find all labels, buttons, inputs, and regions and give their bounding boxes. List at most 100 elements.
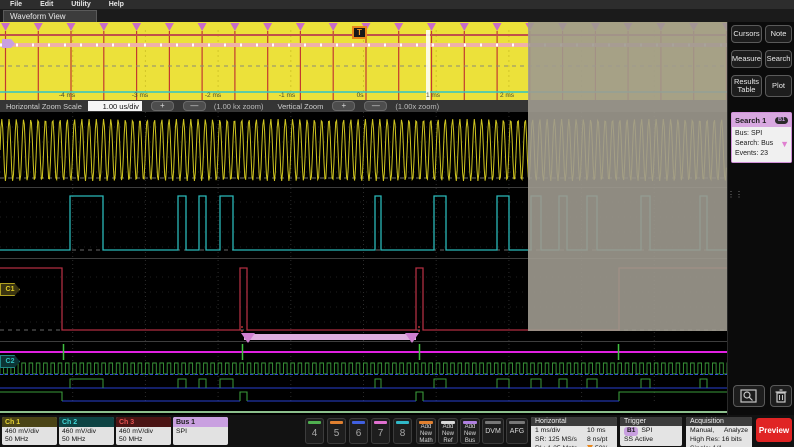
channel3-bandwidth: 50 MHz <box>119 436 168 444</box>
add-new-bus-button[interactable]: Add New Bus <box>460 418 480 444</box>
add-new-ref-button[interactable]: Add New Ref <box>438 418 458 444</box>
channel2-name: Ch 2 <box>59 417 114 427</box>
add-math-label: Add New Math <box>419 424 432 444</box>
magnifier-box-icon <box>740 389 758 403</box>
channel8-color <box>396 421 409 424</box>
horizontal-settings[interactable]: Horizontal 1 ms/div10 ms SR: 125 MS/s8 n… <box>531 417 617 447</box>
add-new-math-button[interactable]: Add New Math <box>416 418 436 444</box>
search1-bus-line: Bus: SPI <box>735 129 788 139</box>
overview-time-label: -1 ms <box>279 92 295 99</box>
dvm-label: DVM <box>485 428 501 435</box>
menu-edit[interactable]: Edit <box>40 1 53 8</box>
afg-color <box>509 421 525 424</box>
v-zoom-minus-button[interactable]: — <box>364 101 387 111</box>
menu-file[interactable]: File <box>10 1 22 8</box>
channel4-button[interactable]: 4 <box>305 418 324 444</box>
menu-bar: File Edit Utility Help <box>0 0 794 9</box>
bus1-settings[interactable]: Bus 1 SPI <box>173 417 228 445</box>
ref-color <box>441 421 455 424</box>
trigger-type: SPI <box>641 427 652 436</box>
acquisition-title: Acquisition <box>686 417 752 426</box>
dvm-color <box>485 421 501 424</box>
overview-time-label: -4 ms <box>59 92 75 99</box>
channel1-bandwidth: 50 MHz <box>5 436 54 444</box>
vertical-zoom-label: Vertical Zoom <box>277 102 323 111</box>
acq-resolution: High Res: 16 bits <box>690 436 742 445</box>
trigger-position-icon[interactable]: T <box>352 26 367 39</box>
cursors-button[interactable]: Cursors <box>731 25 762 43</box>
results-table-button[interactable]: Results Table <box>731 75 762 97</box>
v-zoom-plus-button[interactable]: + <box>332 101 355 111</box>
trigger-title: Trigger <box>620 417 682 426</box>
search-button[interactable]: Search <box>765 50 792 68</box>
math-color <box>419 421 433 424</box>
note-button[interactable]: Note <box>765 25 792 43</box>
channel5-color <box>330 421 343 424</box>
bus1-type: SPI <box>176 428 225 436</box>
trigger-source-pill: B1 <box>624 427 638 436</box>
preview-button[interactable]: Preview <box>756 418 792 442</box>
channel2-settings[interactable]: Ch 2 460 mV/div 50 MHz <box>59 417 114 445</box>
trigger-settings[interactable]: Trigger B1SPI SS Active <box>620 417 682 446</box>
channel5-number: 5 <box>334 428 340 439</box>
horizontal-zoom-scale-label: Horizontal Zoom Scale <box>6 102 82 111</box>
overview-time-label: -3 ms <box>132 92 148 99</box>
h-scale: 1 ms/div <box>535 427 587 436</box>
horizontal-title: Horizontal <box>531 417 617 426</box>
channel8-number: 8 <box>400 428 406 439</box>
bus-color <box>463 421 477 424</box>
dvm-button[interactable]: DVM <box>482 418 504 444</box>
search-mark-icon: ▼ <box>780 139 789 149</box>
measure-button[interactable]: Measure <box>731 50 762 68</box>
delete-search-button[interactable] <box>770 385 792 407</box>
channel1-name: Ch 1 <box>2 417 57 427</box>
afg-label: AFG <box>510 428 524 435</box>
channel4-color <box>308 421 321 424</box>
channel2-scale: 460 mV/div <box>62 428 111 436</box>
acquisition-settings[interactable]: Acquisition Manual, Analyze High Res: 16 … <box>686 417 752 447</box>
search-config-panel: SEARCH 1 ? Display On Search Type Source… <box>528 0 727 331</box>
overview-time-label: 1 ms <box>426 92 440 99</box>
channel6-number: 6 <box>356 428 362 439</box>
acq-mode: Manual, <box>690 427 714 436</box>
channel3-scale: 460 mV/div <box>119 428 168 436</box>
channel3-settings[interactable]: Ch 3 460 mV/div 50 MHz <box>116 417 171 445</box>
h-resolution: 8 ns/pt <box>587 436 607 445</box>
graticule-bottom-edge <box>0 411 727 413</box>
channel7-color <box>374 421 387 424</box>
channel5-button[interactable]: 5 <box>327 418 346 444</box>
channel1-scale: 460 mV/div <box>5 428 54 436</box>
channel8-button[interactable]: 8 <box>393 418 412 444</box>
channel3-name: Ch 3 <box>116 417 171 427</box>
overview-time-label: 0s <box>357 92 364 99</box>
tab-waveform-view[interactable]: Waveform View <box>3 10 97 22</box>
search1-card-title: Search 1 <box>735 116 766 125</box>
bus1-name: Bus 1 <box>173 417 228 427</box>
zoom-search-button[interactable] <box>733 385 765 407</box>
settings-bar: Ch 1 460 mV/div 50 MHz Ch 2 460 mV/div 5… <box>0 415 794 447</box>
channel1-settings[interactable]: Ch 1 460 mV/div 50 MHz <box>2 417 57 445</box>
search1-events-line: Events: 23 <box>735 149 788 159</box>
menu-utility[interactable]: Utility <box>71 1 90 8</box>
trash-icon <box>775 389 787 403</box>
menu-help[interactable]: Help <box>109 1 124 8</box>
h-zoom-plus-button[interactable]: + <box>151 101 174 111</box>
plot-button[interactable]: Plot <box>765 75 792 97</box>
add-ref-label: Add New Ref <box>442 424 454 444</box>
afg-button[interactable]: AFG <box>506 418 528 444</box>
tab-strip: Waveform View <box>0 9 794 22</box>
h-zoom-minus-button[interactable]: — <box>183 101 206 111</box>
channel2-bandwidth: 50 MHz <box>62 436 111 444</box>
channel7-button[interactable]: 7 <box>371 418 390 444</box>
v-zoom-factor: (1.00x zoom) <box>395 102 439 111</box>
channel6-button[interactable]: 6 <box>349 418 368 444</box>
oscilloscope-app: File Edit Utility Help Waveform View T -… <box>0 0 794 447</box>
zoom-scale-input[interactable]: 1.00 us/div <box>88 101 142 111</box>
search1-result-card[interactable]: Search 1 B1 Bus: SPI Search: Bus Events:… <box>731 112 792 163</box>
h-duration: 10 ms <box>587 427 606 436</box>
overview-time-label: -2 ms <box>205 92 221 99</box>
sidebar-drag-handle[interactable]: ⋮⋮ <box>727 193 743 197</box>
add-bus-label: Add New Bus <box>464 424 476 444</box>
acq-analyze: Analyze <box>724 427 748 436</box>
channel4-number: 4 <box>312 428 318 439</box>
